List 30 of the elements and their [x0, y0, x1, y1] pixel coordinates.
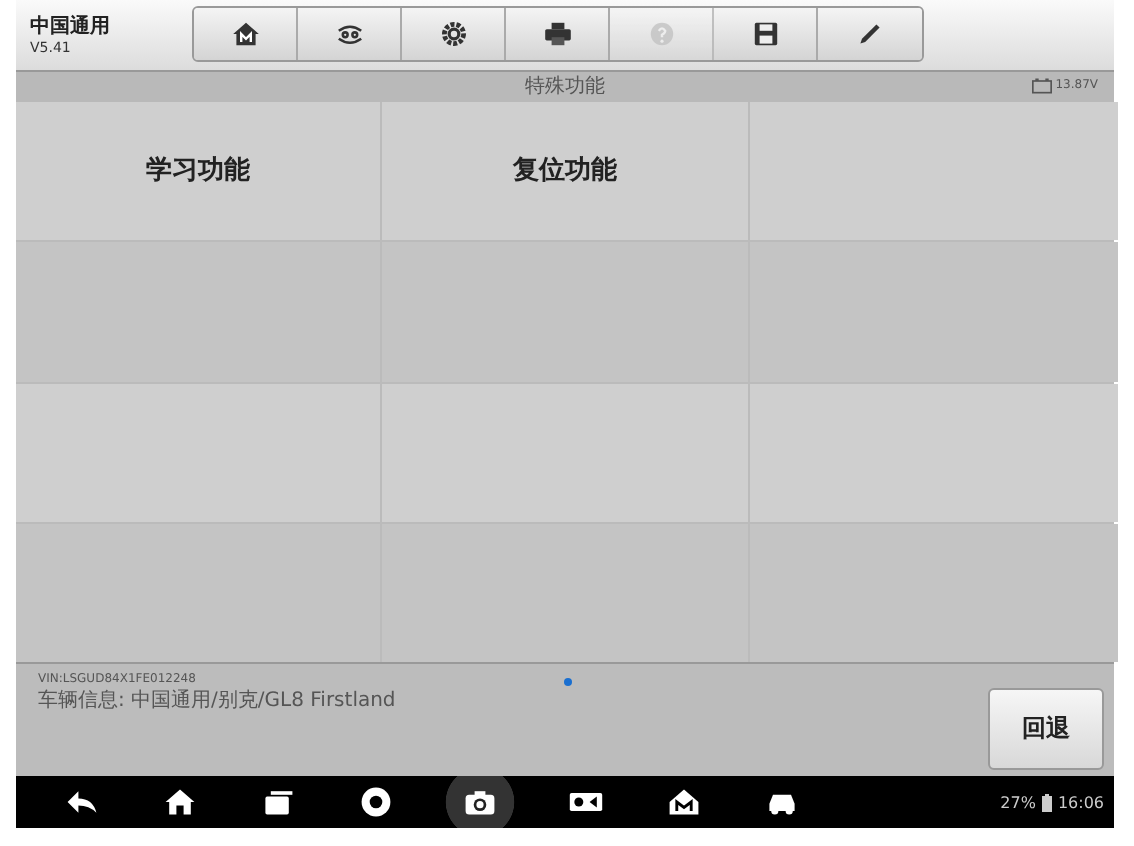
- home-icon: [161, 784, 197, 820]
- vehicle-info-text: 车辆信息: 中国通用/别克/GL8 Firstland: [38, 687, 396, 715]
- function-tile[interactable]: [750, 523, 1118, 663]
- house-icon: [665, 784, 701, 820]
- function-tile[interactable]: [750, 383, 1118, 522]
- battery-icon: [1041, 793, 1052, 811]
- car-button[interactable]: [298, 8, 402, 61]
- function-tile[interactable]: [382, 523, 748, 663]
- printer-icon: [541, 18, 573, 51]
- print-button[interactable]: [506, 8, 610, 61]
- function-tile[interactable]: [16, 242, 380, 381]
- battery-percent: 27%: [1000, 793, 1036, 811]
- page-indicator-icon: [564, 678, 572, 687]
- back-button[interactable]: 回退: [988, 688, 1104, 771]
- function-tile[interactable]: [16, 383, 380, 522]
- house-icon: [229, 18, 261, 51]
- settings-icon: [437, 18, 469, 51]
- function-tile[interactable]: [16, 523, 380, 663]
- app-title: 中国通用: [30, 13, 112, 41]
- function-tile[interactable]: 复位功能: [382, 101, 748, 241]
- home-button[interactable]: [194, 8, 298, 61]
- settings-button[interactable]: [402, 8, 506, 61]
- save-button[interactable]: [714, 8, 818, 61]
- battery-icon: [1031, 77, 1052, 94]
- clock: 16:06: [1057, 793, 1104, 811]
- screen-title: 特殊功能: [525, 73, 605, 101]
- help-icon: [645, 18, 677, 51]
- function-tile[interactable]: [750, 242, 1118, 381]
- function-tile[interactable]: [750, 101, 1118, 241]
- function-tile[interactable]: 学习功能: [16, 101, 380, 241]
